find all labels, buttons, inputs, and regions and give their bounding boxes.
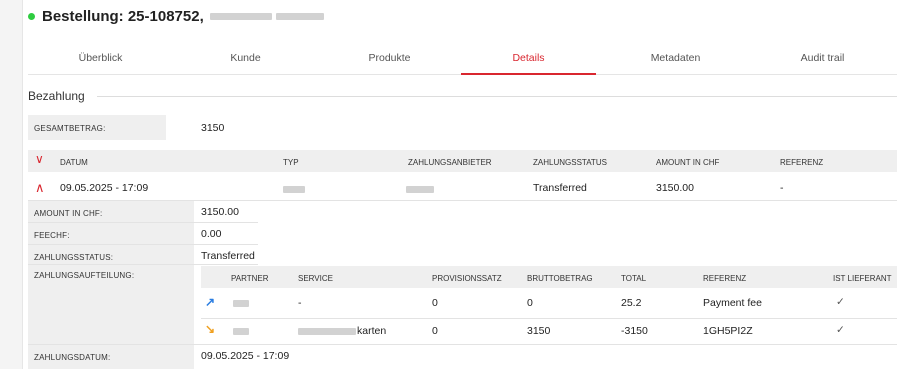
- order-details-page: Bestellung: 25-108752, Überblick Kunde P…: [0, 0, 897, 369]
- split-header-ist-lieferant: IST LIEFERANT: [833, 274, 892, 283]
- split-header-partner: PARTNER: [231, 274, 269, 283]
- detail-divider-1: [28, 222, 258, 223]
- split-row2-brutto: 3150: [527, 325, 551, 337]
- gesamtbetrag-label: GESAMTBETRAG:: [34, 124, 106, 133]
- tab-metadaten[interactable]: Metadaten: [603, 44, 748, 73]
- amount-value: 3150.00: [201, 206, 239, 218]
- payment-amount: 3150.00: [656, 182, 694, 194]
- order-title: Bestellung: 25-108752,: [42, 8, 204, 25]
- section-divider: [97, 96, 897, 97]
- fee-label: FEECHF:: [34, 231, 70, 240]
- left-sidebar: [0, 0, 23, 369]
- header-datum: DATUM: [60, 158, 88, 167]
- status-value: Transferred: [201, 250, 255, 262]
- amount-label: AMOUNT IN CHF:: [34, 209, 103, 218]
- header-amount: AMOUNT IN CHF: [656, 158, 720, 167]
- split-header-bruttobetrag: BRUTTOBETRAG: [527, 274, 593, 283]
- split-row2-provision: 0: [432, 325, 438, 337]
- split-row1-service: -: [298, 297, 302, 309]
- payment-status: Transferred: [533, 182, 587, 194]
- arrow-up-right-icon: ↗: [205, 295, 216, 309]
- redacted-service-prefix: [298, 328, 356, 335]
- detail-divider-3: [28, 264, 258, 265]
- header-zahlungsanbieter: ZAHLUNGSANBIETER: [408, 158, 492, 167]
- payment-referenz: -: [780, 182, 784, 194]
- chevron-up-icon[interactable]: ∧: [35, 180, 45, 196]
- split-row1-provision: 0: [432, 297, 438, 309]
- split-row-divider-2: [28, 344, 897, 345]
- status-dot-icon: [28, 13, 35, 20]
- date-value: 09.05.2025 - 17:09: [201, 350, 290, 362]
- split-row1-referenz: Payment fee: [703, 297, 762, 309]
- redacted-customer-name-2: [275, 13, 324, 20]
- status-label: ZAHLUNGSSTATUS:: [34, 253, 114, 262]
- payment-datum: 09.05.2025 - 17:09: [60, 182, 149, 194]
- fee-value: 0.00: [201, 228, 222, 240]
- split-header-referenz: REFERENZ: [703, 274, 747, 283]
- redacted-typ: [283, 186, 305, 193]
- split-row1-total: 25.2: [621, 297, 642, 309]
- redacted-customer-name: [209, 13, 272, 20]
- split-header-total: TOTAL: [621, 274, 647, 283]
- split-row2-service: karten: [357, 325, 387, 337]
- split-row2-lieferant-check-icon: ✓: [836, 324, 845, 336]
- tab-details[interactable]: Details: [461, 44, 596, 75]
- split-row2-referenz: 1GH5PI2Z: [703, 325, 753, 337]
- page-title: Bestellung: 25-108752,: [28, 8, 324, 25]
- redacted-partner-1: [233, 300, 249, 307]
- gesamtbetrag-value: 3150: [201, 122, 225, 134]
- split-header-provisionssatz: PROVISIONSSATZ: [432, 274, 502, 283]
- detail-divider-2: [28, 244, 258, 245]
- header-referenz: REFERENZ: [780, 158, 824, 167]
- tab-ueberblick[interactable]: Überblick: [28, 44, 173, 73]
- redacted-partner-2: [233, 328, 249, 335]
- split-row2-total: -3150: [621, 325, 648, 337]
- split-row-divider-1: [201, 318, 897, 319]
- tab-kunde[interactable]: Kunde: [173, 44, 318, 73]
- tab-bar: Überblick Kunde Produkte Details Metadat…: [28, 44, 897, 75]
- tab-audit-trail[interactable]: Audit trail: [748, 44, 897, 73]
- split-label: ZAHLUNGSAUFTEILUNG:: [34, 271, 135, 280]
- arrow-down-right-icon: ↘: [205, 322, 216, 336]
- section-title: Bezahlung: [28, 89, 85, 103]
- collapse-all-icon[interactable]: ∨: [35, 152, 44, 166]
- redacted-anbieter: [406, 186, 434, 193]
- header-typ: TYP: [283, 158, 299, 167]
- date-label: ZAHLUNGSDATUM:: [34, 353, 111, 362]
- split-header-service: SERVICE: [298, 274, 333, 283]
- header-zahlungsstatus: ZAHLUNGSSTATUS: [533, 158, 607, 167]
- split-row1-brutto: 0: [527, 297, 533, 309]
- tab-produkte[interactable]: Produkte: [318, 44, 461, 73]
- split-row1-lieferant-check-icon: ✓: [836, 296, 845, 308]
